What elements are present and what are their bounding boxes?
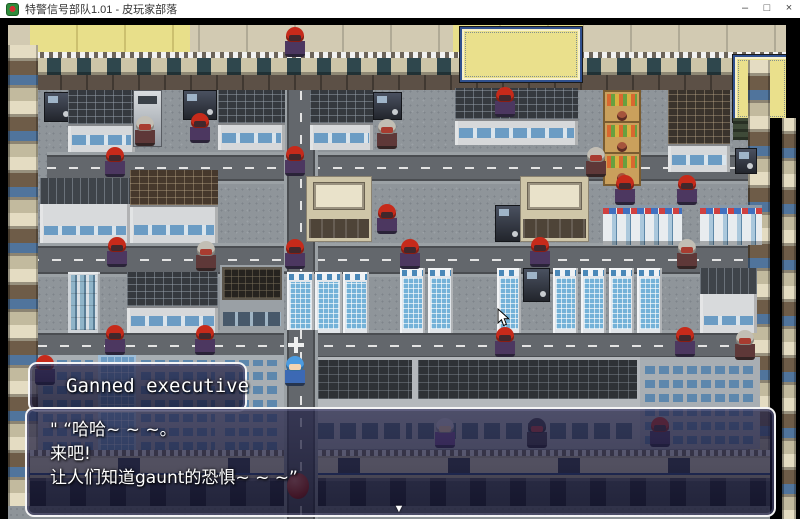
shop-band-dark [8,75,786,90]
blue-glass-tower [428,268,453,333]
dialogue-name-box: Ganned executive [28,362,247,412]
app-icon [6,3,19,16]
office-building [40,178,130,243]
npc-red-hood [190,113,210,143]
npc-red-hood [377,204,397,234]
vending-machine [495,205,522,242]
background-window-strip [782,118,796,519]
awning-building [460,27,582,82]
npc-masked [586,147,606,177]
npc-masked [677,239,697,269]
npc-masked [196,241,216,271]
office-building [700,268,757,333]
blue-glass-tower [287,272,314,333]
shuttered-shop [306,176,372,242]
npc-red-hood [107,237,127,267]
destination-cross-marker [288,337,304,353]
player-character [285,356,305,386]
maximize-button[interactable]: □ [756,0,778,18]
market-stall [603,90,641,124]
office-building [310,90,373,150]
blue-glass-tower [637,268,662,333]
title-bar: 特警信号部队1.01 - 皮玩家部落 – □ × [0,0,800,18]
npc-red-hood [195,325,215,355]
vending-machine [523,268,550,302]
dialogue-line: " “哈哈~ ~ ~。 [50,418,177,442]
market-stall [603,121,641,155]
office-building [130,170,218,243]
blue-glass-tower [400,268,425,333]
office-building [455,88,578,145]
npc-masked [135,116,155,146]
office-building [127,272,218,333]
npc-red-hood [105,147,125,177]
window-controls: – □ × [734,0,800,18]
npc-red-hood [675,327,695,357]
npc-red-hood [677,175,697,205]
office-building [68,90,135,152]
blue-glass-tower [581,268,606,333]
shop-band-yellow [30,25,190,52]
vending-machine [373,92,402,120]
npc-red-hood [530,237,550,267]
speaker-name: Ganned executive [66,364,249,408]
npc-red-hood [495,327,515,357]
dialogue-line: 让人们知道gaunt的恐惧~ ~ ~” [50,466,298,490]
npc-masked [377,119,397,149]
letterbox-bar [786,25,796,118]
dialogue-message-window[interactable]: " “哈哈~ ~ ~。 来吧! 让人们知道gaunt的恐惧~ ~ ~” ▼ [25,407,776,517]
npc-red-hood [615,175,635,205]
vending-machine-row [603,205,682,245]
npc-red-hood [285,27,305,57]
app-window: 特警信号部队1.01 - 皮玩家部落 – □ × Ganned executiv… [0,0,800,519]
solar-roof-building [220,265,284,330]
blue-glass-tower [553,268,578,333]
continue-indicator: ▼ [394,503,405,515]
npc-red-hood [495,87,515,117]
npc-red-hood [400,239,420,269]
minimize-button[interactable]: – [734,0,756,18]
letterbox-bar [796,25,800,519]
shop-band-windows [8,58,786,75]
glass-tower [68,272,100,333]
window-title: 特警信号部队1.01 - 皮玩家部落 [25,1,177,17]
npc-red-hood [285,146,305,176]
npc-red-hood [285,239,305,269]
blue-glass-tower [315,272,342,333]
dialogue-line: 来吧! [50,442,91,466]
vending-machine-row [700,205,762,245]
mouse-cursor [497,308,510,327]
office-building [218,90,285,150]
vending-machine [735,148,757,174]
close-button[interactable]: × [778,0,800,18]
office-building [668,90,730,172]
blue-glass-tower [343,272,369,333]
npc-red-hood [105,325,125,355]
blue-glass-tower [609,268,634,333]
shuttered-shop [520,176,589,242]
npc-masked [735,330,755,360]
